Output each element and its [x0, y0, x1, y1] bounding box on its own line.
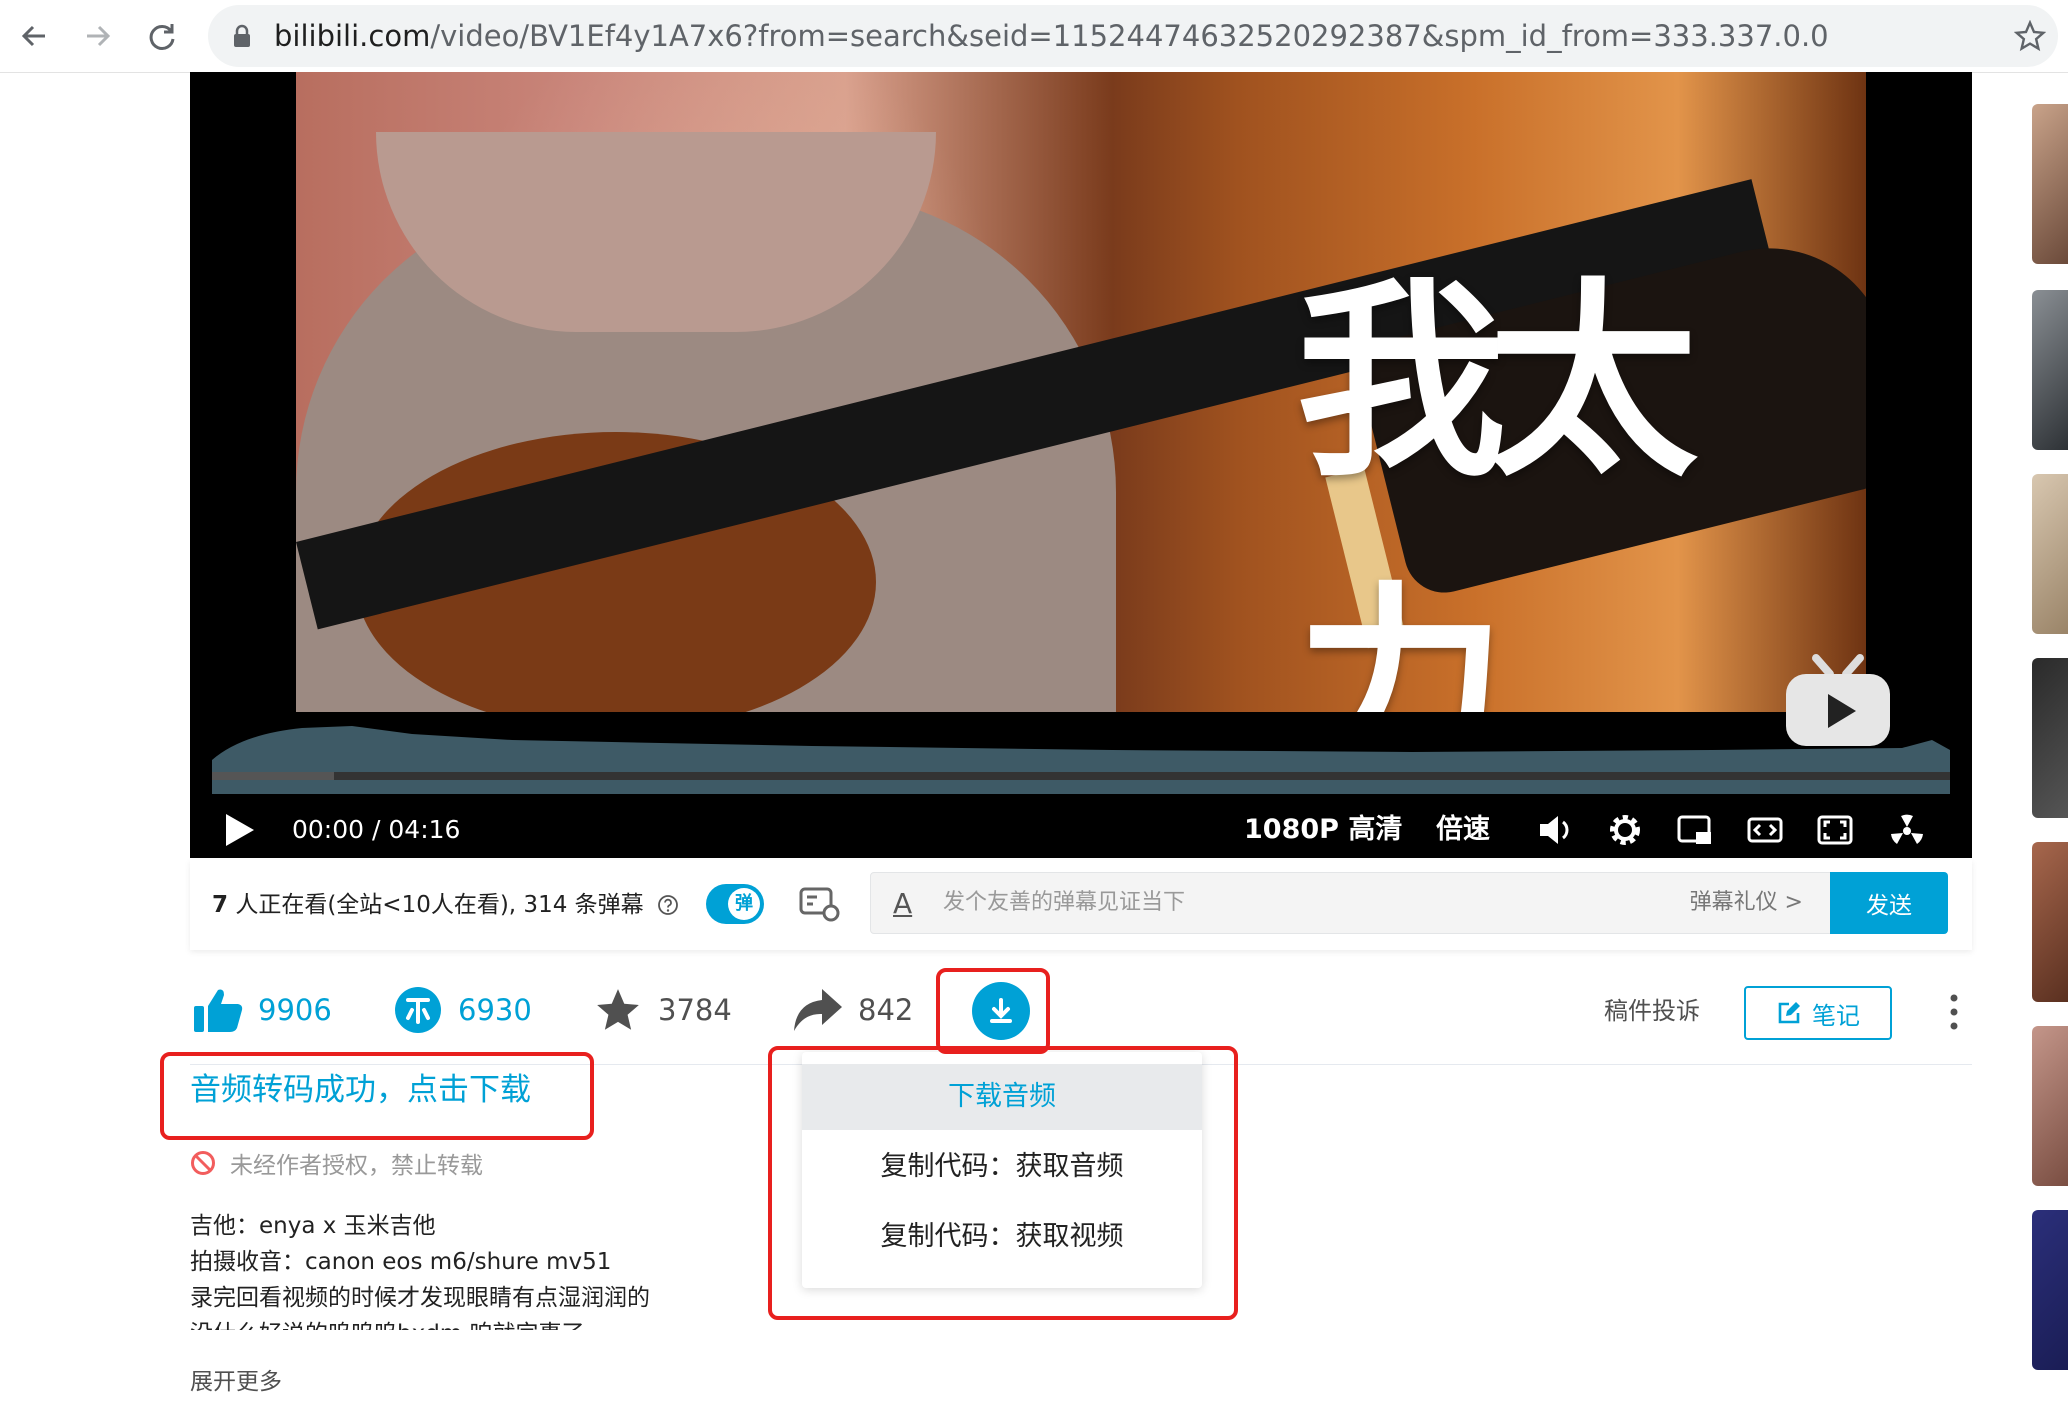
- recommend-thumbnail[interactable]: [2032, 474, 2068, 634]
- thumbs-up-icon: [194, 989, 243, 1032]
- settings-gear-icon[interactable]: [1606, 812, 1644, 848]
- prohibited-icon: [191, 1151, 215, 1175]
- reload-button[interactable]: [140, 14, 184, 58]
- url-path: /video/BV1Ef4y1A7x6?from=search&seid=115…: [430, 19, 1829, 53]
- recommend-thumbnail[interactable]: [2032, 104, 2068, 264]
- note-label: 笔记: [1812, 1001, 1860, 1030]
- arrow-left-icon: [21, 25, 45, 47]
- coin-icon: [395, 987, 441, 1033]
- share-button[interactable]: 842: [790, 980, 913, 1040]
- danmaku-etiquette-link[interactable]: 弹幕礼仪 >: [1690, 873, 1803, 933]
- share-arrow-icon: [794, 989, 842, 1031]
- speed-button[interactable]: 倍速: [1436, 802, 1490, 858]
- star-icon: [597, 989, 639, 1030]
- arrow-right-icon: [87, 25, 111, 47]
- reload-icon: [149, 24, 175, 50]
- viewer-info: 人正在看(全站<10人在看), 314 条弹幕: [228, 892, 644, 918]
- description-line: 录完回看视频的时候才发现眼睛有点湿润润的: [190, 1285, 650, 1311]
- text-style-icon[interactable]: A: [893, 887, 912, 920]
- video-description: 吉他：enya x 玉米吉他 拍摄收音：canon eos m6/shure m…: [190, 1208, 710, 1330]
- viewer-count-text: 7 人正在看(全站<10人在看), 314 条弹幕: [212, 860, 679, 950]
- description-line: 拍摄收音：canon eos m6/shure mv51: [190, 1249, 612, 1275]
- coin-button[interactable]: 6930: [390, 980, 532, 1040]
- play-icon[interactable]: [220, 812, 258, 848]
- audio-waveform: [212, 726, 1950, 794]
- quality-button[interactable]: 1080P 高清: [1244, 802, 1402, 858]
- expand-more-link[interactable]: 展开更多: [190, 1362, 282, 1396]
- recommend-thumbnail[interactable]: [2032, 1210, 2068, 1370]
- viewer-count: 7: [212, 892, 229, 918]
- note-button[interactable]: 笔记: [1744, 986, 1892, 1040]
- url-host: bilibili.com: [274, 19, 431, 53]
- description-line: 没什么好说的呜呜呜bxdm 咱就完事了: [190, 1316, 710, 1330]
- volume-icon[interactable]: [1536, 812, 1574, 848]
- progress-bar[interactable]: [212, 772, 1950, 780]
- danmaku-settings-icon[interactable]: [798, 884, 842, 924]
- danmaku-bar: 7 人正在看(全站<10人在看), 314 条弹幕 弹 A 发个友善的弹幕见证当…: [190, 860, 1972, 950]
- danmaku-toggle-label: 弹: [728, 888, 760, 920]
- coin-count: 6930: [458, 993, 532, 1027]
- annotation-box-audio-success: [160, 1052, 594, 1140]
- time-total: 04:16: [388, 815, 461, 844]
- back-button[interactable]: [12, 14, 56, 58]
- lock-icon: [234, 24, 250, 47]
- recommend-thumbnail[interactable]: [2032, 290, 2068, 450]
- browser-toolbar: bilibili.com/video/BV1Ef4y1A7x6?from=sea…: [0, 0, 2068, 73]
- star-bookmark-icon[interactable]: [2014, 20, 2046, 52]
- report-link[interactable]: 稿件投诉: [1604, 988, 1700, 1034]
- recommend-thumbnail[interactable]: [2032, 842, 2068, 1002]
- recommend-thumbnail[interactable]: [2032, 658, 2068, 818]
- annotation-box-dropdown: [768, 1046, 1238, 1320]
- address-bar[interactable]: bilibili.com/video/BV1Ef4y1A7x6?from=sea…: [208, 5, 2058, 67]
- help-icon[interactable]: [657, 894, 679, 916]
- time-display: 00:00 / 04:16: [292, 802, 460, 858]
- time-current: 00:00: [292, 815, 365, 844]
- no-repost-notice: 未经作者授权，禁止转载: [190, 1146, 483, 1180]
- danmaku-input[interactable]: A 发个友善的弹幕见证当下 弹幕礼仪 >: [870, 872, 1832, 934]
- danmaku-toggle[interactable]: 弹: [706, 884, 764, 924]
- video-overlay-title: 我太力: [1296, 258, 1698, 712]
- like-button[interactable]: 9906: [190, 980, 332, 1040]
- annotation-box-download: [936, 968, 1050, 1054]
- bilibili-tv-icon[interactable]: [1782, 650, 1894, 750]
- no-repost-text: 未经作者授权，禁止转载: [230, 1153, 483, 1179]
- widescreen-icon[interactable]: [1746, 812, 1784, 848]
- favorite-button[interactable]: 3784: [590, 980, 732, 1040]
- video-player[interactable]: 我太力 enya 00:00 / 04:16 1080P 高清 倍速: [190, 72, 1972, 858]
- forward-button[interactable]: [76, 14, 120, 58]
- progress-fill: [212, 772, 334, 780]
- share-count: 842: [858, 993, 914, 1027]
- video-frame: 我太力 enya: [296, 72, 1866, 712]
- description-line: 吉他：enya x 玉米吉他: [190, 1213, 436, 1239]
- favorite-count: 3784: [658, 993, 732, 1027]
- recommend-thumbnail[interactable]: [2032, 1026, 2068, 1186]
- more-options-icon[interactable]: [1942, 986, 1966, 1038]
- danmaku-input-placeholder: 发个友善的弹幕见证当下: [943, 890, 1186, 915]
- like-count: 9906: [258, 993, 332, 1027]
- fullscreen-icon[interactable]: [1888, 812, 1926, 848]
- send-danmaku-button[interactable]: 发送: [1830, 872, 1948, 934]
- time-separator: /: [372, 815, 381, 844]
- url-text: bilibili.com/video/BV1Ef4y1A7x6?from=sea…: [274, 5, 1829, 67]
- edit-note-icon: [1778, 1002, 1800, 1024]
- player-controls: 00:00 / 04:16 1080P 高清 倍速: [190, 802, 1972, 858]
- picture-in-picture-icon[interactable]: [1676, 812, 1714, 848]
- web-fullscreen-icon[interactable]: [1816, 812, 1854, 848]
